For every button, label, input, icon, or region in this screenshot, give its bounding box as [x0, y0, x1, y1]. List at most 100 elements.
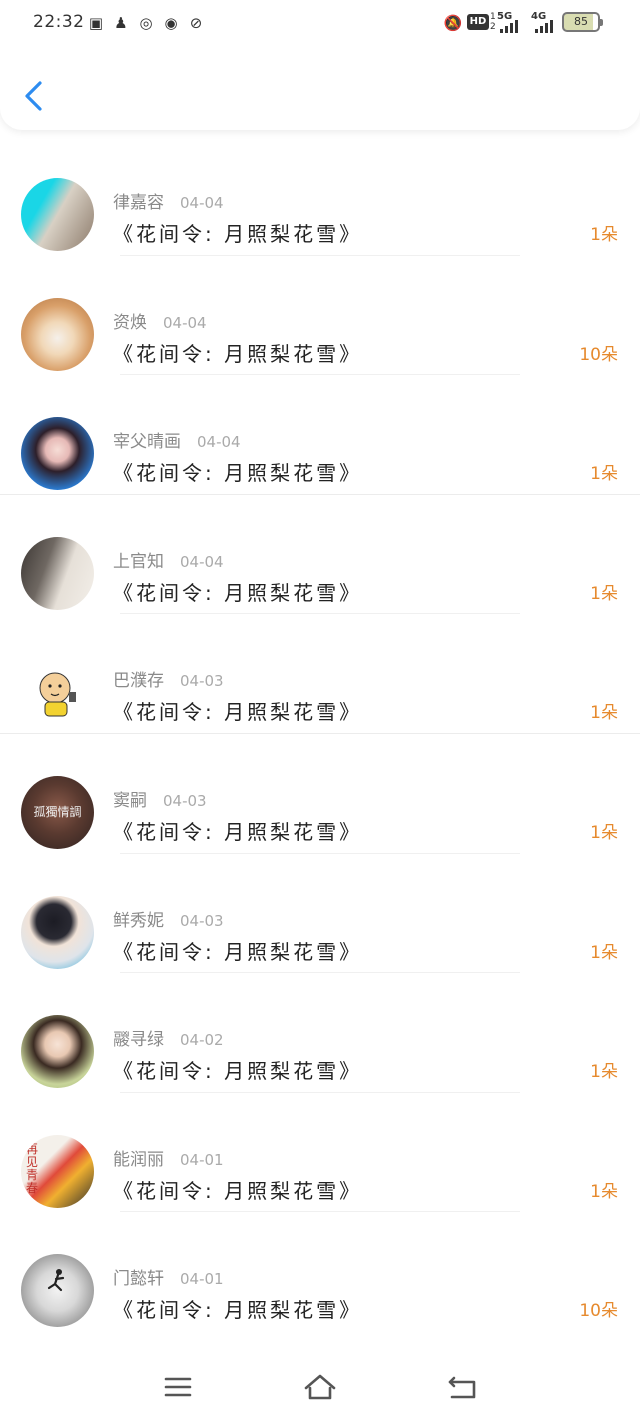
hd-sub-bottom: 2 — [490, 22, 496, 32]
user-name-text: 上官知 — [113, 551, 164, 572]
avatar[interactable] — [21, 1254, 94, 1328]
date: 04-04 — [180, 194, 224, 212]
date: 04-03 — [163, 791, 207, 810]
list-item[interactable]: 资焕 04-04 《花间令: 月照梨花雪》 10朵 — [0, 256, 640, 376]
user-name: 资焕 04-04 — [113, 308, 207, 333]
list-item[interactable]: 巴濮存 04-03 《花间令: 月照梨花雪》 1朵 — [0, 614, 640, 734]
weibo-icon: ◎ — [139, 14, 153, 32]
battery-icon: 85 — [562, 12, 603, 32]
list-item[interactable]: 宰父晴画 04-04 《花间令: 月照梨花雪》 1朵 — [0, 375, 640, 495]
user-name: 能润丽 04-01 — [113, 1145, 224, 1170]
book-title: 《花间令: 月照梨花雪》 — [113, 819, 363, 844]
avatar[interactable] — [21, 536, 94, 610]
list-item[interactable]: 上官知 04-04 《花间令: 月照梨花雪》 1朵 — [0, 495, 640, 615]
user-name-text: 窦嗣 — [113, 790, 147, 811]
date: 04-03 — [180, 672, 224, 691]
user-name: 鬷寻绿 04-02 — [113, 1025, 224, 1050]
user-name: 律嘉容 04-04 — [113, 188, 224, 213]
gift-amount: 1朵 — [590, 1062, 618, 1083]
menu-icon — [164, 1377, 192, 1397]
link-icon: ⊘ — [189, 14, 203, 32]
book-title: 《花间令: 月照梨花雪》 — [113, 1178, 363, 1203]
system-nav-bar — [0, 1360, 640, 1423]
list-item[interactable]: 孤獨情調 窦嗣 04-03 《花间令: 月照梨花雪》 1朵 — [0, 734, 640, 854]
list-item[interactable]: 鲜秀妮 04-03 《花间令: 月照梨花雪》 1朵 — [0, 854, 640, 974]
gift-amount: 1朵 — [590, 942, 618, 963]
date: 04-02 — [180, 1031, 224, 1050]
date: 04-04 — [197, 433, 241, 452]
book-title: 《花间令: 月照梨花雪》 — [113, 222, 363, 246]
avatar[interactable] — [21, 1015, 94, 1089]
status-bar: 22:32 ▣ ♟ ◎ ◉ ⊘ 🔕 HD 1 2 5G 4G 85 — [0, 0, 640, 46]
user-name-text: 律嘉容 — [113, 193, 164, 213]
book-title: 《花间令: 月照梨花雪》 — [113, 1059, 363, 1084]
avatar[interactable] — [21, 178, 94, 251]
hd-badge: HD — [467, 14, 489, 30]
list-item[interactable]: 门懿轩 04-01 《花间令: 月照梨花雪》 10朵 — [0, 1212, 640, 1332]
hd-sub: 1 2 — [490, 12, 496, 32]
book-title: 《花间令: 月照梨花雪》 — [113, 341, 363, 366]
book-title: 《花间令: 月照梨花雪》 — [113, 939, 363, 964]
book-title: 《花间令: 月照梨花雪》 — [113, 1298, 363, 1323]
back-icon — [448, 1376, 476, 1399]
signal-5g-icon — [500, 20, 524, 33]
avatar[interactable] — [21, 895, 94, 969]
book-title: 《花间令: 月照梨花雪》 — [113, 580, 363, 605]
gift-amount: 10朵 — [579, 344, 618, 365]
home-icon — [304, 1374, 336, 1400]
user-name: 上官知 04-04 — [113, 547, 224, 572]
date: 04-04 — [180, 552, 224, 571]
avatar[interactable] — [21, 417, 94, 491]
back-nav-button[interactable] — [442, 1368, 482, 1408]
user-name-text: 鲜秀妮 — [113, 910, 164, 931]
gift-list: 律嘉容 04-04 《花间令: 月照梨花雪》 1朵 资焕 04-04 《花间令: 月… — [0, 136, 640, 1332]
gift-amount: 1朵 — [590, 583, 618, 604]
avatar[interactable] — [21, 297, 94, 371]
avatar[interactable]: 孤獨情調 — [21, 775, 94, 849]
date: 04-04 — [163, 313, 207, 332]
menu-button[interactable] — [158, 1368, 198, 1408]
user-name-text: 资焕 — [113, 312, 147, 333]
date: 04-01 — [180, 1270, 224, 1289]
avatar-text: 再见青春 — [26, 1141, 39, 1195]
gift-amount: 1朵 — [590, 1181, 618, 1202]
mute-icon: 🔕 — [443, 14, 463, 32]
gift-amount: 10朵 — [579, 1301, 618, 1322]
list-item[interactable]: 再见青春 能润丽 04-01 《花间令: 月照梨花雪》 1朵 — [0, 1093, 640, 1213]
user-name-text: 宰父晴画 — [113, 432, 181, 453]
user-name-text: 鬷寻绿 — [113, 1030, 164, 1051]
cartoon-avatar-icon — [39, 672, 76, 717]
book-title: 《花间令: 月照梨花雪》 — [113, 461, 363, 486]
signal-4g-icon — [535, 20, 559, 33]
avatar[interactable] — [21, 656, 94, 730]
avatar-text: 孤獨情調 — [33, 804, 82, 819]
user-name: 门懿轩 04-01 — [113, 1264, 224, 1289]
gift-amount: 1朵 — [590, 703, 618, 724]
gift-amount: 1朵 — [590, 822, 618, 843]
status-time: 22:32 — [33, 12, 85, 32]
book-title: 《花间令: 月照梨花雪》 — [113, 700, 363, 725]
avatar[interactable]: 再见青春 — [21, 1134, 94, 1208]
date: 04-01 — [180, 1150, 224, 1169]
hd-sub-top: 1 — [490, 12, 496, 22]
header-card: 22:32 ▣ ♟ ◎ ◉ ⊘ 🔕 HD 1 2 5G 4G 85 — [0, 0, 640, 130]
user-name: 宰父晴画 04-04 — [113, 427, 241, 452]
runner-icon — [47, 1269, 65, 1292]
list-item[interactable]: 律嘉容 04-04 《花间令: 月照梨花雪》 1朵 — [0, 136, 640, 256]
gift-amount: 1朵 — [590, 225, 618, 245]
user-name-text: 巴濮存 — [113, 671, 164, 692]
date: 04-03 — [180, 911, 224, 930]
user-name: 巴濮存 04-03 — [113, 666, 224, 691]
user-name: 窦嗣 04-03 — [113, 786, 207, 811]
weibo-alt-icon: ◉ — [164, 14, 178, 32]
back-button[interactable] — [20, 76, 52, 116]
home-button[interactable] — [300, 1368, 340, 1408]
qq-icon: ♟ — [114, 14, 128, 32]
user-name: 鲜秀妮 04-03 — [113, 906, 224, 931]
chevron-left-icon — [25, 81, 42, 111]
list-item[interactable]: 鬷寻绿 04-02 《花间令: 月照梨花雪》 1朵 — [0, 973, 640, 1093]
user-name-text: 能润丽 — [113, 1149, 164, 1170]
gift-amount: 1朵 — [590, 464, 618, 485]
user-name-text: 门懿轩 — [113, 1269, 164, 1290]
app-notification-icon: ▣ — [88, 14, 104, 32]
